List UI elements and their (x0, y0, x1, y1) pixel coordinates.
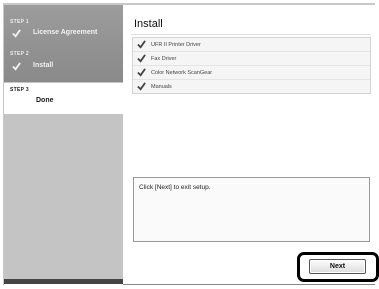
installed-items-list: UFR II Printer Driver Fax Driver Color N… (132, 37, 371, 94)
check-icon (137, 40, 146, 49)
check-icon (137, 54, 146, 63)
sidebar-bottom-bar (4, 279, 123, 284)
completed-steps-panel (4, 5, 123, 82)
check-icon (12, 62, 21, 71)
step-done: STEP 3 Done (4, 83, 123, 114)
step-number-label: STEP 3 (10, 87, 29, 93)
main-content: Install UFR II Printer Driver Fax Driver… (123, 5, 375, 284)
check-icon (137, 82, 146, 91)
message-text: Click [Next] to exit setup. (139, 184, 211, 191)
item-label: Fax Driver (151, 55, 177, 62)
steps-sidebar: STEP 1 License Agreement STEP 2 Install … (4, 5, 123, 284)
page-title: Install (134, 18, 163, 30)
footer-divider (123, 284, 375, 285)
list-item: UFR II Printer Driver (133, 38, 370, 52)
divider (131, 34, 371, 35)
step-number-label: STEP 1 (10, 19, 29, 25)
item-label: Manuals (151, 83, 172, 90)
list-item: Fax Driver (133, 52, 370, 66)
check-icon (137, 68, 146, 77)
list-item: Manuals (133, 80, 370, 93)
step-name: License Agreement (33, 29, 98, 36)
message-box: Click [Next] to exit setup. (133, 177, 370, 242)
item-label: Color Network ScanGear (151, 69, 213, 76)
step-name: Done (36, 97, 54, 104)
check-icon (12, 29, 21, 38)
list-item: Color Network ScanGear (133, 66, 370, 80)
next-button[interactable]: Next (309, 259, 366, 274)
item-label: UFR II Printer Driver (151, 41, 201, 48)
step-name: Install (33, 62, 54, 69)
step-number-label: STEP 2 (10, 51, 29, 57)
